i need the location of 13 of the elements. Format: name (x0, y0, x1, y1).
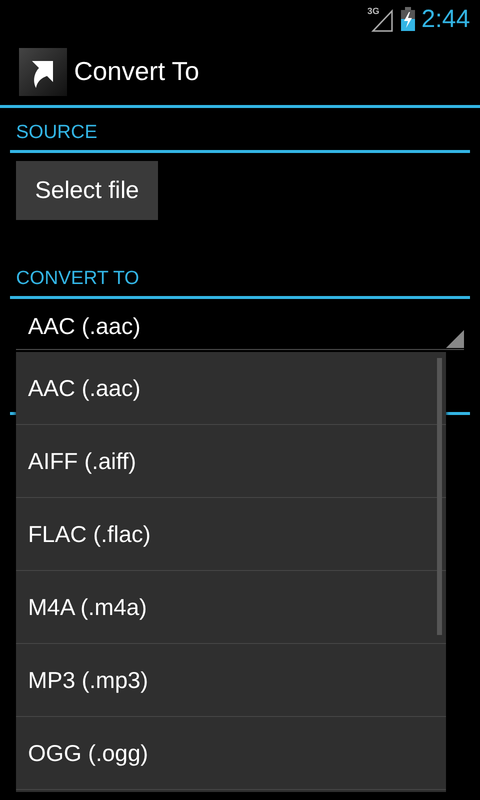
screen-title: Convert To (74, 56, 200, 87)
battery-charging-icon (401, 7, 416, 31)
scrollbar[interactable] (437, 358, 442, 635)
app-icon[interactable] (19, 48, 67, 96)
dropdown-option[interactable]: MP3 (.mp3) (16, 644, 446, 717)
section-header: SOURCE (16, 122, 98, 144)
section-header: CONVERT TO (16, 268, 140, 290)
dropdown-corner-icon (446, 330, 464, 348)
select-file-button[interactable]: Select file (16, 161, 158, 220)
clock: 2:44 (421, 4, 470, 34)
dropdown-option[interactable]: OGG (.ogg) (16, 717, 446, 790)
network-type: 3G (367, 6, 380, 16)
format-spinner[interactable]: AAC (.aac) (16, 303, 464, 350)
